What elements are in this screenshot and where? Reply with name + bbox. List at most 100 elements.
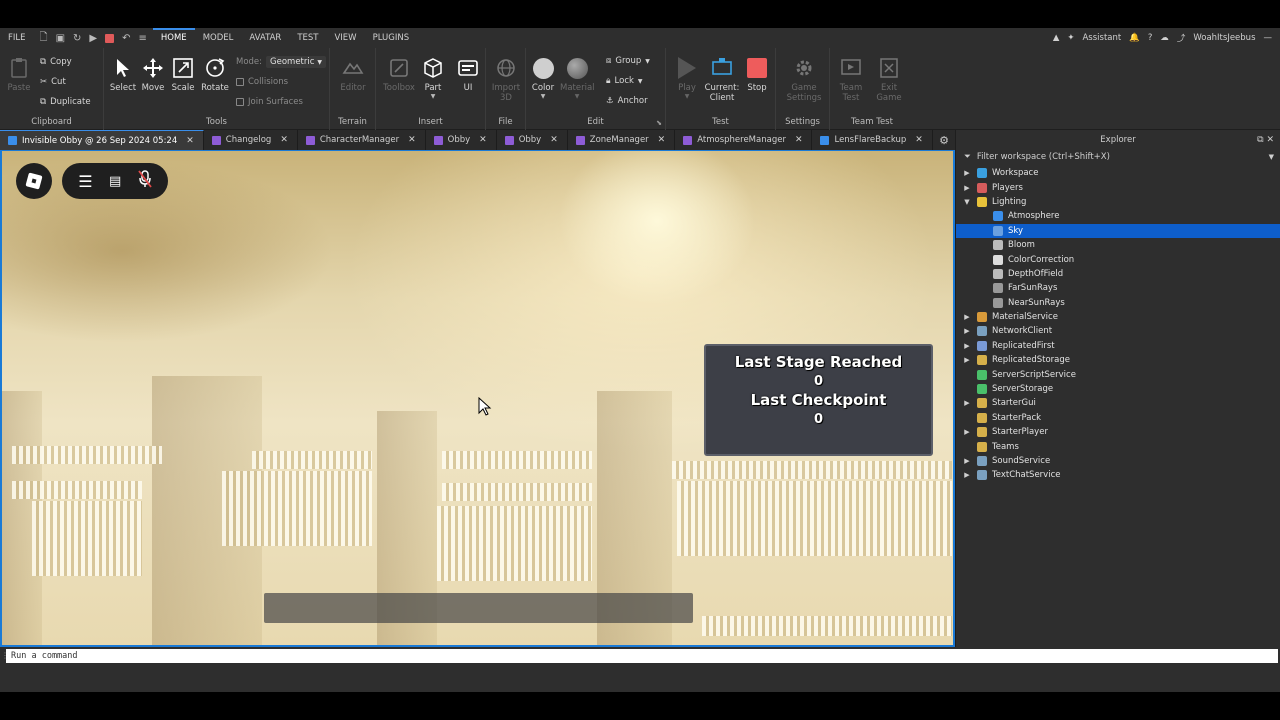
- play-button[interactable]: Play ▼: [670, 56, 704, 100]
- paste-button[interactable]: Paste: [4, 56, 34, 93]
- doc-tab-charactermanager[interactable]: CharacterManager ✕: [298, 130, 426, 150]
- explorer-item-soundservice[interactable]: ▶ SoundService: [956, 454, 1280, 468]
- close-icon[interactable]: ✕: [186, 136, 194, 146]
- explorer-item-starterplayer[interactable]: ▶ StarterPlayer: [956, 425, 1280, 439]
- game-viewport[interactable]: ☰ ▤ Last Stage Reached 0 Last Checkpoint…: [0, 150, 955, 647]
- chevron-right-icon[interactable]: ▶: [962, 457, 972, 465]
- move-button[interactable]: Move: [136, 56, 170, 93]
- chevron-right-icon[interactable]: ▶: [962, 471, 972, 479]
- roblox-menu-button[interactable]: [16, 163, 52, 199]
- explorer-item-atmosphere[interactable]: Atmosphere: [956, 209, 1280, 223]
- stop-button[interactable]: Stop: [740, 56, 774, 93]
- close-icon[interactable]: ✕: [479, 135, 487, 145]
- lock-button[interactable]: 🔒︎ Lock ▼: [606, 76, 643, 86]
- game-settings-button[interactable]: Game Settings: [784, 56, 824, 103]
- mode-dropdown[interactable]: Geometric ▼: [266, 56, 327, 68]
- popout-icon[interactable]: ⧉: [1257, 135, 1263, 145]
- explorer-filter[interactable]: ⏷ Filter workspace (Ctrl+Shift+X) ▼: [956, 150, 1280, 164]
- copy-button[interactable]: ⧉ Copy: [40, 57, 72, 67]
- collisions-checkbox[interactable]: Collisions: [236, 77, 288, 87]
- doc-tab-obby-2[interactable]: Obby ✕: [497, 130, 568, 150]
- duplicate-button[interactable]: ⧉ Duplicate: [40, 97, 91, 107]
- tab-test[interactable]: TEST: [289, 28, 326, 48]
- doc-tab-changelog[interactable]: Changelog ✕: [204, 130, 298, 150]
- tab-home[interactable]: HOME: [152, 28, 195, 48]
- redo-icon[interactable]: ↻: [73, 33, 81, 44]
- explorer-item-startergui[interactable]: ▶ StarterGui: [956, 396, 1280, 410]
- chevron-right-icon[interactable]: ▶: [962, 428, 972, 436]
- doc-tab-place[interactable]: Invisible Obby @ 26 Sep 2024 05:24 ✕: [0, 130, 204, 150]
- color-button[interactable]: Color ▼: [526, 56, 560, 100]
- customize-icon[interactable]: ≡: [139, 33, 147, 44]
- exit-game-button[interactable]: Exit Game: [872, 56, 906, 103]
- chevron-right-icon[interactable]: ▶: [962, 184, 972, 192]
- open-file-icon[interactable]: ▣: [56, 33, 65, 44]
- username[interactable]: WoahItsJeebus: [1193, 33, 1255, 43]
- close-icon[interactable]: ✕: [280, 135, 288, 145]
- tab-plugins[interactable]: PLUGINS: [365, 28, 418, 48]
- part-button[interactable]: Part ▼: [416, 56, 450, 100]
- doc-tab-obby[interactable]: Obby ✕: [426, 130, 497, 150]
- explorer-item-serverstorage[interactable]: ServerStorage: [956, 382, 1280, 396]
- hamburger-menu-icon[interactable]: ☰: [78, 172, 92, 191]
- gear-icon[interactable]: ⚙: [933, 130, 955, 150]
- notifications-icon[interactable]: 🔔: [1129, 33, 1140, 43]
- doc-tab-lensflarebackup[interactable]: LensFlareBackup ✕: [812, 130, 933, 150]
- explorer-item-textchatservice[interactable]: ▶ TextChatService: [956, 468, 1280, 482]
- explorer-item-networkclient[interactable]: ▶ NetworkClient: [956, 324, 1280, 338]
- explorer-item-depthoffield[interactable]: DepthOfField: [956, 267, 1280, 281]
- minimize-icon[interactable]: —: [1264, 33, 1273, 43]
- filter-input[interactable]: Filter workspace (Ctrl+Shift+X): [977, 152, 1110, 162]
- cut-button[interactable]: ✂ Cut: [40, 77, 66, 87]
- select-button[interactable]: Select: [106, 56, 140, 93]
- close-icon[interactable]: ✕: [1266, 135, 1274, 145]
- toolbox-button[interactable]: Toolbox: [382, 56, 416, 93]
- chevron-right-icon[interactable]: ▶: [962, 342, 972, 350]
- collapse-ribbon-icon[interactable]: ▲: [1053, 33, 1060, 43]
- current-client-button[interactable]: Current: Client: [704, 56, 740, 103]
- explorer-item-materialservice[interactable]: ▶ MaterialService: [956, 310, 1280, 324]
- help-icon[interactable]: ?: [1148, 33, 1153, 43]
- close-icon[interactable]: ✕: [408, 135, 416, 145]
- chevron-down-icon[interactable]: ▼: [962, 198, 972, 206]
- group-button[interactable]: ⧈ Group ▼: [606, 56, 650, 66]
- explorer-item-workspace[interactable]: ▶ Workspace: [956, 166, 1280, 180]
- tab-view[interactable]: VIEW: [326, 28, 364, 48]
- menu-file[interactable]: FILE: [0, 28, 34, 48]
- doc-tab-zonemanager[interactable]: ZoneManager ✕: [568, 130, 676, 150]
- rotate-button[interactable]: Rotate: [198, 56, 232, 93]
- ui-button[interactable]: UI: [451, 56, 485, 93]
- chevron-right-icon[interactable]: ▶: [962, 169, 972, 177]
- close-icon[interactable]: ✕: [795, 135, 803, 145]
- explorer-item-nearsunrays[interactable]: NearSunRays: [956, 296, 1280, 310]
- explorer-item-farsunrays[interactable]: FarSunRays: [956, 281, 1280, 295]
- share-icon[interactable]: ⤴: [1177, 32, 1186, 44]
- explorer-item-lighting[interactable]: ▼ Lighting: [956, 195, 1280, 209]
- chevron-down-icon[interactable]: ▼: [1269, 153, 1274, 161]
- tab-avatar[interactable]: AVATAR: [241, 28, 289, 48]
- team-test-button[interactable]: Team Test: [834, 56, 868, 103]
- undo-icon[interactable]: ↶: [122, 33, 130, 44]
- explorer-item-teams[interactable]: Teams: [956, 439, 1280, 453]
- chevron-right-icon[interactable]: ▶: [962, 327, 972, 335]
- chevron-right-icon[interactable]: ▶: [962, 356, 972, 364]
- explorer-item-serverscriptservice[interactable]: ServerScriptService: [956, 367, 1280, 381]
- chevron-right-icon[interactable]: ▶: [962, 313, 972, 321]
- scale-button[interactable]: Scale: [166, 56, 200, 93]
- mode-selector[interactable]: Mode: Geometric ▼: [236, 56, 327, 68]
- stop-icon[interactable]: [105, 33, 115, 43]
- explorer-item-players[interactable]: ▶ Players: [956, 180, 1280, 194]
- explorer-item-replicatedfirst[interactable]: ▶ ReplicatedFirst: [956, 339, 1280, 353]
- join-surfaces-checkbox[interactable]: Join Surfaces: [236, 97, 303, 107]
- explorer-item-colorcorrection[interactable]: ColorCorrection: [956, 252, 1280, 266]
- doc-tab-atmospheremanager[interactable]: AtmosphereManager ✕: [675, 130, 813, 150]
- explorer-item-starterpack[interactable]: StarterPack: [956, 411, 1280, 425]
- close-icon[interactable]: ✕: [915, 135, 923, 145]
- close-icon[interactable]: ✕: [550, 135, 558, 145]
- cloud-icon[interactable]: ☁: [1160, 33, 1169, 43]
- tab-model[interactable]: MODEL: [195, 28, 242, 48]
- microphone-muted-icon[interactable]: [138, 170, 152, 192]
- play-icon[interactable]: ▶: [89, 33, 97, 44]
- close-icon[interactable]: ✕: [658, 135, 666, 145]
- chevron-right-icon[interactable]: ▶: [962, 399, 972, 407]
